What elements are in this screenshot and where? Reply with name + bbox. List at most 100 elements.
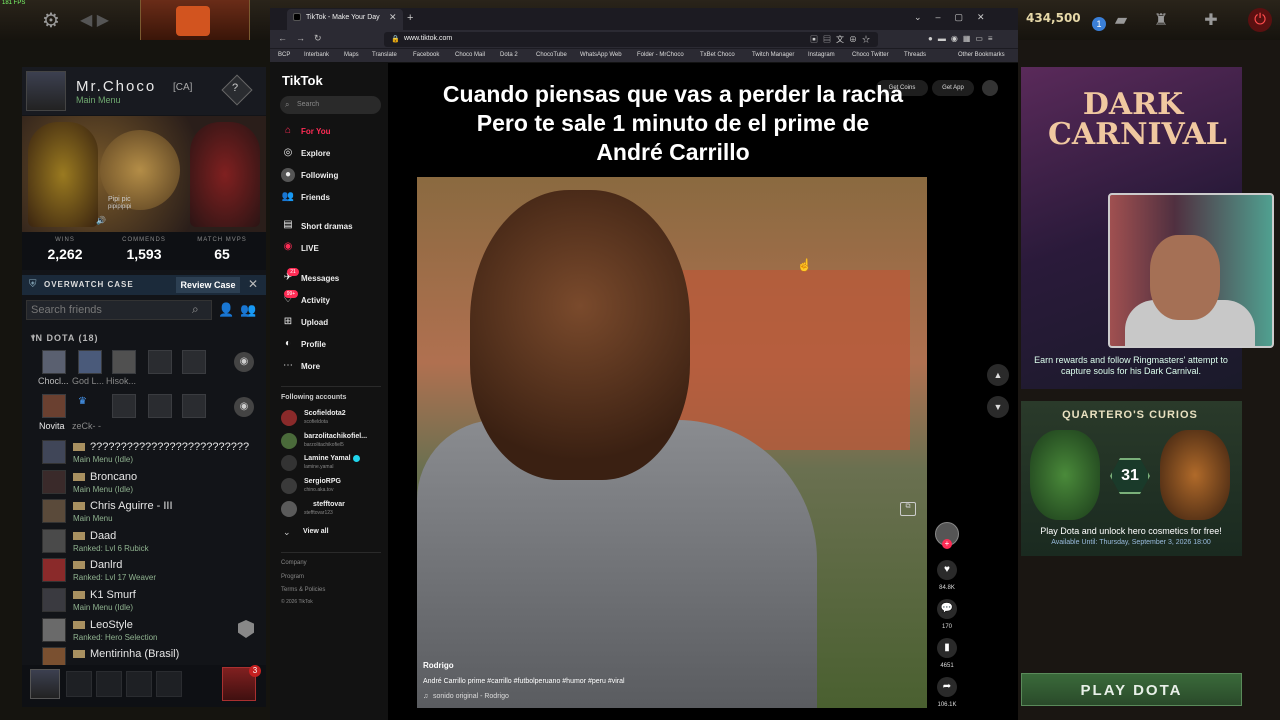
party-member-avatar[interactable] [112, 350, 136, 374]
party-member-avatar[interactable] [78, 350, 102, 374]
bookmark-item[interactable]: Translate [372, 52, 397, 58]
party-empty-slot[interactable] [126, 671, 152, 697]
friend-name[interactable]: Broncano [90, 471, 137, 483]
footer-link[interactable]: Company [281, 560, 307, 566]
account-avatar[interactable] [281, 478, 297, 494]
nav-friends[interactable]: Friends [301, 193, 330, 202]
volume-icon[interactable]: 🔊 [96, 216, 106, 225]
party-member-avatar[interactable] [42, 350, 66, 374]
tab-title[interactable]: TikTok - Make Your Day [306, 14, 380, 21]
in-dota-header[interactable]: IN DOTA (18) [32, 333, 99, 343]
friend-avatar[interactable] [42, 440, 66, 464]
friend-avatar[interactable] [42, 529, 66, 553]
friend-name[interactable]: LeoStyle [90, 619, 133, 631]
gear-icon[interactable]: ⚙ [42, 8, 64, 32]
video-sound[interactable]: sonido original - Rodrigo [433, 693, 509, 700]
nav-for-you[interactable]: For You [301, 127, 330, 136]
address-bar[interactable] [384, 32, 878, 47]
avatar[interactable] [30, 669, 60, 699]
dota-logo-icon[interactable] [176, 6, 210, 36]
bookmark-item[interactable]: Facebook [413, 52, 439, 58]
new-tab-icon[interactable]: + [407, 12, 413, 24]
eye-icon[interactable]: ◉ [234, 352, 254, 372]
upload-icon[interactable]: ⊞ [281, 315, 295, 329]
friend-avatar[interactable] [42, 499, 66, 523]
bookmark-item[interactable]: Other Bookmarks [958, 52, 1005, 58]
following-icon[interactable]: ● [281, 168, 295, 182]
close-tab-icon[interactable]: ✕ [389, 12, 397, 23]
nav-live[interactable]: LIVE [301, 244, 319, 253]
lock-icon[interactable]: 🔒 [391, 35, 400, 43]
tiktok-logo[interactable]: TikTok [282, 73, 323, 88]
account-name[interactable]: barzolitachikofiel... [304, 433, 367, 440]
search-input[interactable] [280, 96, 381, 114]
footer-link[interactable]: Program [281, 574, 304, 580]
account-name[interactable]: Scofieldota2 [304, 410, 346, 417]
bookmark-item[interactable]: Dota 2 [500, 52, 518, 58]
friend-name[interactable]: Mentirinha (Brasil) [90, 648, 179, 660]
window-controls[interactable]: ⌄–▢✕ [914, 12, 999, 23]
bookmark-item[interactable]: Instagram [808, 52, 835, 58]
friend-name[interactable]: ?????????????????????????? [90, 441, 249, 453]
nav-profile[interactable]: Profile [301, 340, 326, 349]
friends-group-icon[interactable]: 👥 [240, 302, 256, 318]
friends-icon[interactable]: 👥 [281, 190, 295, 204]
search-icon[interactable]: ⌕ [192, 302, 199, 317]
party-empty-slot[interactable] [96, 671, 122, 697]
bookmark-item[interactable]: BCP [278, 52, 290, 58]
party-empty-slot[interactable] [156, 671, 182, 697]
profile-name[interactable]: Mr.Choco [76, 78, 156, 95]
party-member-avatar[interactable] [42, 394, 66, 418]
bookmark-item[interactable]: TxBet Choco [700, 52, 735, 58]
bookmark-icon[interactable]: ▮ [937, 638, 957, 658]
url-text[interactable]: www.tiktok.com [404, 35, 452, 42]
bookmark-item[interactable]: Choco Twitter [852, 52, 889, 58]
bookmark-item[interactable]: Maps [344, 52, 359, 58]
nav-short-dramas[interactable]: Short dramas [301, 222, 353, 231]
armory-icon[interactable]: ♜ [1150, 10, 1172, 30]
footer-link[interactable]: Terms & Policies [281, 587, 325, 593]
notification-badge[interactable]: 1 [1092, 17, 1106, 31]
get-app-button[interactable]: Get App [932, 80, 974, 96]
follow-plus-icon[interactable]: + [942, 539, 952, 549]
friend-name[interactable]: K1 Smurf [90, 589, 136, 601]
profile-icon[interactable]: ◐ [281, 337, 295, 351]
account-avatar[interactable] [281, 501, 297, 517]
add-friend-icon[interactable]: 👤 [218, 302, 234, 318]
next-video-icon[interactable]: ▼ [987, 396, 1009, 418]
bookmark-item[interactable]: Choco Mail [455, 52, 485, 58]
previous-video-icon[interactable]: ▲ [987, 364, 1009, 386]
play-dota-button[interactable]: PLAY DOTA [1021, 673, 1242, 706]
live-icon[interactable]: ◉ [281, 240, 295, 254]
nav-activity[interactable]: Activity [301, 296, 330, 305]
share-icon[interactable]: ➦ [937, 677, 957, 697]
account-name[interactable]: stefftovar [313, 501, 345, 508]
account-name[interactable]: Lamine Yamal [304, 455, 351, 462]
avatar[interactable] [982, 80, 998, 96]
bookmark-item[interactable]: Threads [904, 52, 926, 58]
bookmark-item[interactable]: WhatsApp Web [580, 52, 622, 58]
comment-icon[interactable]: 💬 [937, 599, 957, 619]
account-avatar[interactable] [281, 455, 297, 471]
friend-avatar[interactable] [42, 558, 66, 582]
account-avatar[interactable] [281, 410, 297, 426]
picture-in-picture-icon[interactable]: ⧉ [900, 502, 916, 516]
video-author[interactable]: Rodrigo [423, 661, 454, 670]
power-icon[interactable]: ⏻ [1248, 8, 1272, 32]
address-bar-icons[interactable]: ▣▤文⊕☆ [810, 34, 875, 45]
extension-icons[interactable]: ●▬◉▦▭≡ [928, 34, 998, 43]
heart-icon[interactable]: ♥ [937, 560, 957, 580]
nav-upload[interactable]: Upload [301, 318, 328, 327]
plus-badge-icon[interactable]: ✚ [1200, 10, 1222, 30]
more-icon[interactable]: ⋯ [281, 359, 295, 373]
home-icon[interactable]: ⌂ [281, 124, 295, 138]
bookmark-item[interactable]: ChocoTube [536, 52, 567, 58]
nav-following[interactable]: Following [301, 171, 338, 180]
nav-messages[interactable]: Messages [301, 274, 339, 283]
friend-avatar[interactable] [42, 470, 66, 494]
search-friends-input[interactable]: Search friends [26, 300, 212, 320]
nav-more[interactable]: More [301, 362, 320, 371]
friend-avatar[interactable] [42, 588, 66, 612]
friend-name[interactable]: Daad [90, 530, 116, 542]
account-name[interactable]: SergioRPG [304, 478, 341, 485]
